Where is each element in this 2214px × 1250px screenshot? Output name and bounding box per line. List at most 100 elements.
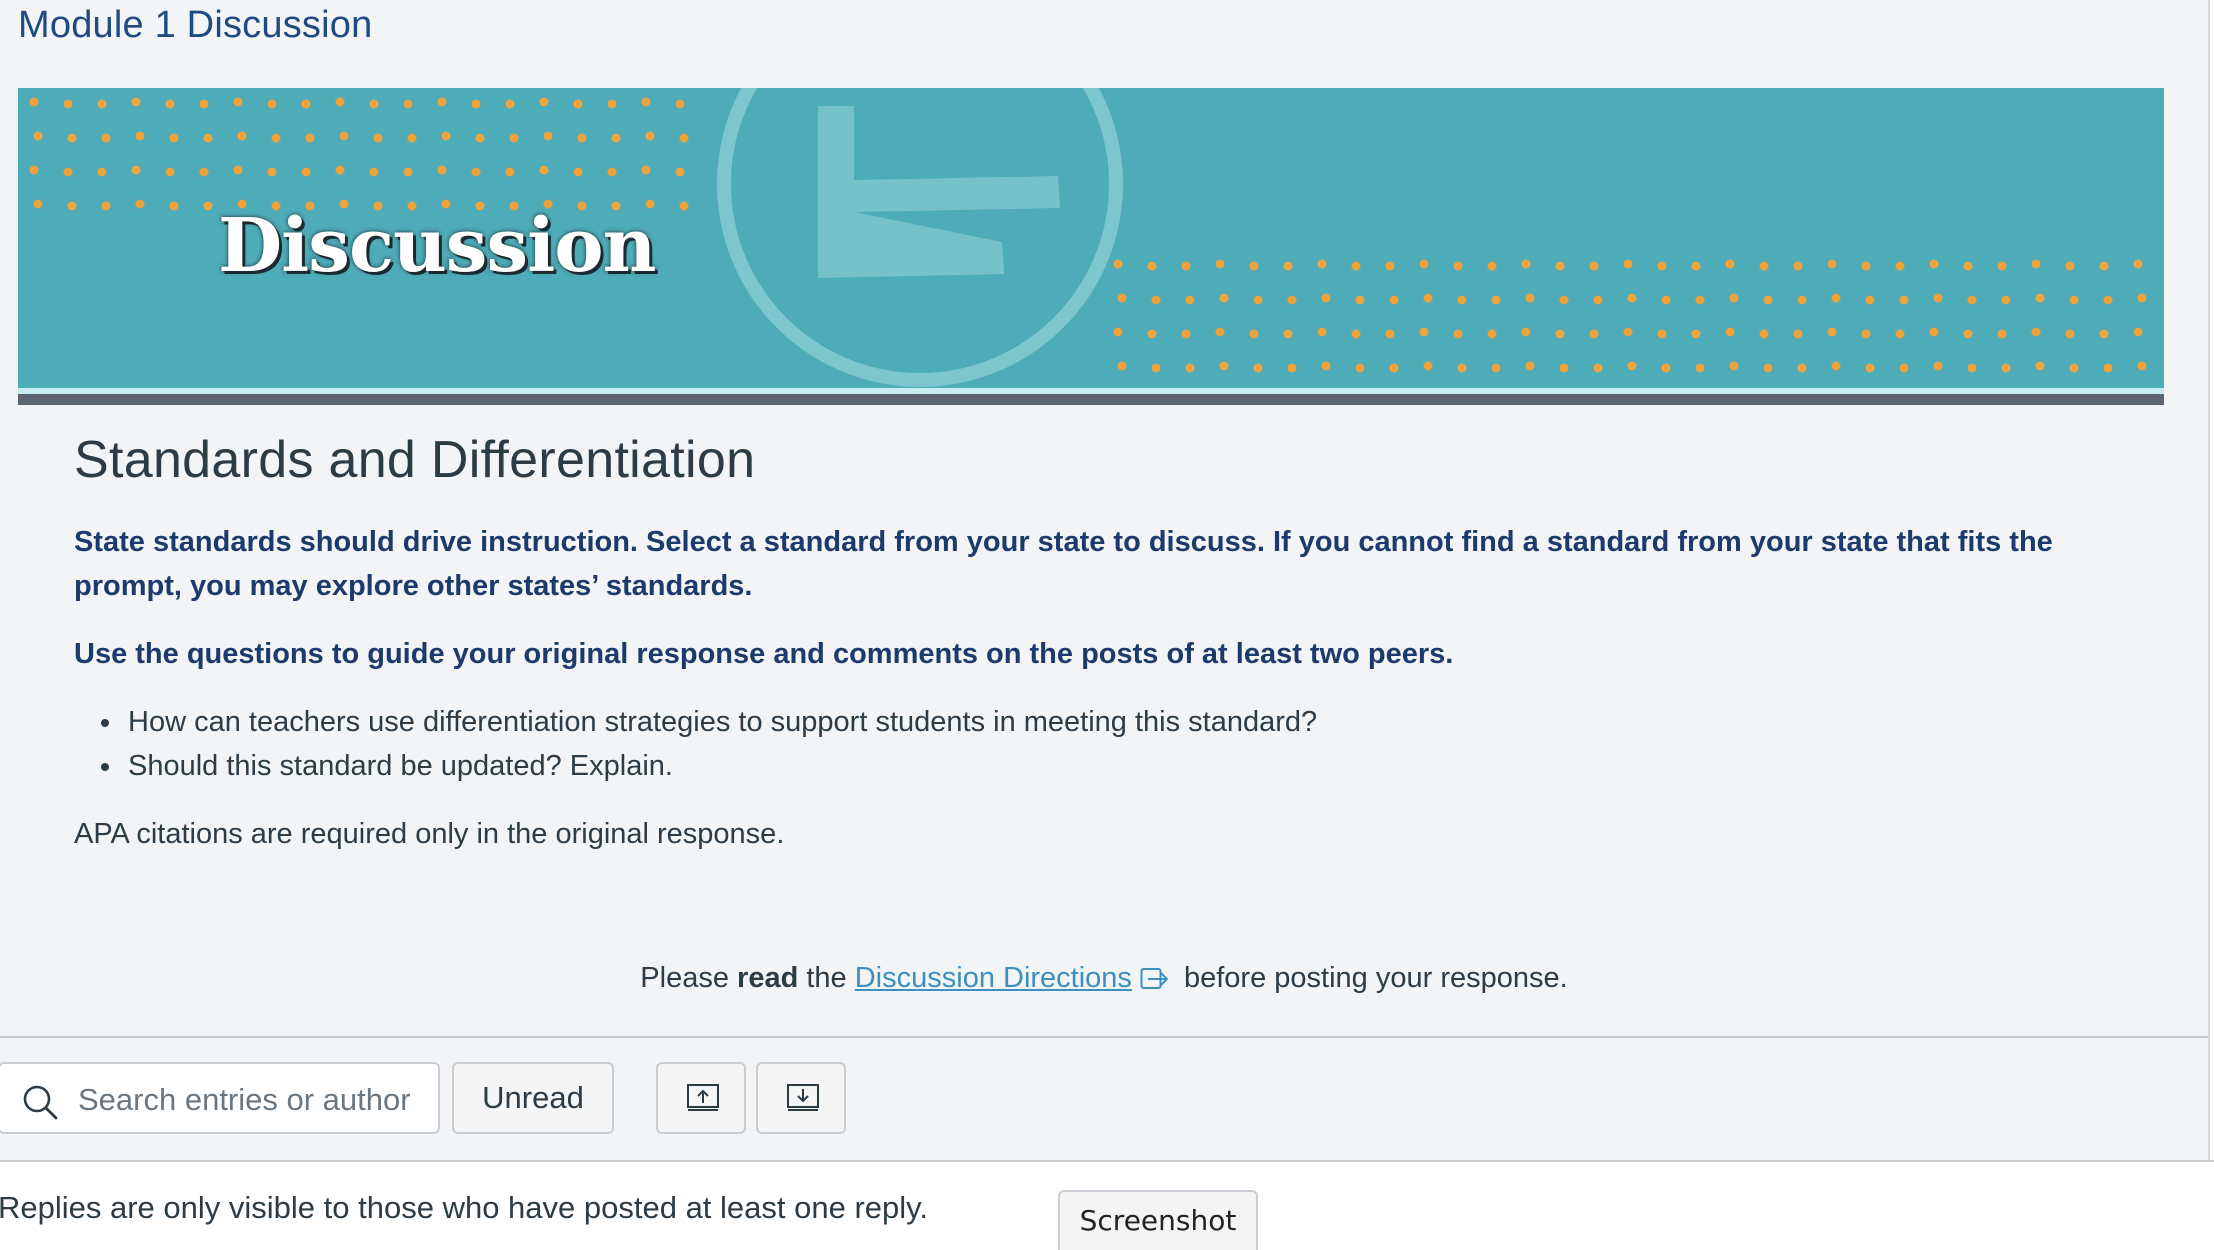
banner-dot — [169, 133, 179, 143]
banner-dot — [1827, 259, 1837, 269]
banner-dot — [2133, 327, 2143, 337]
banner-dot — [1895, 261, 1905, 271]
banner-dot — [1661, 295, 1671, 305]
banner-dot — [1253, 295, 1263, 305]
sort-descending-button[interactable] — [756, 1062, 846, 1134]
banner-dot — [97, 167, 107, 177]
banner-dot — [1317, 259, 1327, 269]
banner-dot — [1623, 259, 1633, 269]
banner-dot — [1725, 327, 1735, 337]
banner-dot — [1831, 293, 1841, 303]
banner-dot — [471, 99, 481, 109]
replies-visibility-notice: Replies are only visible to those who ha… — [0, 1190, 928, 1225]
banner-dot — [475, 133, 485, 143]
banner-dot — [2031, 259, 2041, 269]
discussion-body: Standards and Differentiation State stan… — [74, 430, 2124, 856]
external-link-icon[interactable] — [1140, 965, 1170, 999]
banner-dot — [675, 167, 685, 177]
banner-dot — [679, 133, 689, 143]
banner-dot — [2065, 261, 2075, 271]
banner-dot — [1253, 363, 1263, 373]
banner-dot — [1487, 261, 1497, 271]
unread-filter-button[interactable]: Unread — [452, 1062, 614, 1134]
banner-dot — [2137, 293, 2147, 303]
banner-dot — [1389, 363, 1399, 373]
banner-dot — [1963, 329, 1973, 339]
banner-dot — [1865, 295, 1875, 305]
banner-dot — [1627, 293, 1637, 303]
banner-dot — [373, 133, 383, 143]
banner-dot — [135, 131, 145, 141]
banner-dot — [369, 167, 379, 177]
banner-dot — [63, 99, 73, 109]
banner-dot — [1215, 327, 1225, 337]
banner-dot — [1559, 295, 1569, 305]
banner-dot — [267, 167, 277, 177]
banner-dot — [1797, 363, 1807, 373]
banner-dot — [1861, 329, 1871, 339]
banner-dot — [645, 131, 655, 141]
banner-dot — [539, 165, 549, 175]
banner-dot — [2103, 363, 2113, 373]
banner-dot — [573, 99, 583, 109]
banner-dot — [305, 133, 315, 143]
banner-dot — [1797, 295, 1807, 305]
search-box[interactable] — [0, 1062, 440, 1134]
banner-dot — [33, 131, 43, 141]
banner-dot — [135, 199, 145, 209]
banner-title: Discussion — [218, 203, 656, 289]
banner-dot — [1219, 293, 1229, 303]
banner-dot — [165, 99, 175, 109]
banner-dot — [607, 99, 617, 109]
banner-dot — [1525, 293, 1535, 303]
read-after: before posting your response. — [1175, 962, 1568, 994]
sort-ascending-button[interactable] — [656, 1062, 746, 1134]
banner-dot — [301, 167, 311, 177]
banner-dot — [1249, 329, 1259, 339]
banner-dot — [169, 201, 179, 211]
banner-dot — [131, 165, 141, 175]
banner-dot — [1759, 261, 1769, 271]
banner-dot — [2035, 361, 2045, 371]
banner-dot — [1865, 363, 1875, 373]
screenshot-tab[interactable]: Screenshot — [1058, 1190, 1258, 1250]
banner-dot — [1317, 327, 1327, 337]
banner-dot — [1215, 259, 1225, 269]
banner-dot — [33, 199, 43, 209]
banner-dot — [237, 131, 247, 141]
discussion-directions-link[interactable]: Discussion Directions — [855, 962, 1132, 994]
banner-dot — [1351, 329, 1361, 339]
banner-dot — [1147, 329, 1157, 339]
banner-dot — [203, 201, 213, 211]
banner-dot — [1793, 329, 1803, 339]
banner-dot — [67, 133, 77, 143]
banner-dot — [1423, 293, 1433, 303]
banner-dot — [471, 167, 481, 177]
search-input[interactable] — [76, 1078, 430, 1122]
banner-dot — [1219, 361, 1229, 371]
banner-dot — [335, 97, 345, 107]
discussion-banner: Discussion — [18, 88, 2164, 394]
banner-dot — [1695, 363, 1705, 373]
banner-dot — [505, 99, 515, 109]
banner-dot — [1729, 293, 1739, 303]
banner-dot — [679, 201, 689, 211]
list-item: Should this standard be updated? Explain… — [124, 744, 2124, 788]
banner-dot — [1283, 329, 1293, 339]
banner-dot — [1487, 329, 1497, 339]
banner-dot — [97, 99, 107, 109]
banner-dot — [131, 97, 141, 107]
banner-dot — [1593, 295, 1603, 305]
banner-dot — [1151, 295, 1161, 305]
banner-dot — [1933, 293, 1943, 303]
banner-dot — [1691, 261, 1701, 271]
banner-dot — [1419, 259, 1429, 269]
banner-dot — [2133, 259, 2143, 269]
banner-dot — [1181, 329, 1191, 339]
banner-dot — [1385, 329, 1395, 339]
directions-line: Please read the Discussion Directions be… — [0, 962, 2208, 999]
banner-dot — [1997, 329, 2007, 339]
banner-dot — [1521, 327, 1531, 337]
banner-dot — [267, 99, 277, 109]
banner-dot — [165, 167, 175, 177]
